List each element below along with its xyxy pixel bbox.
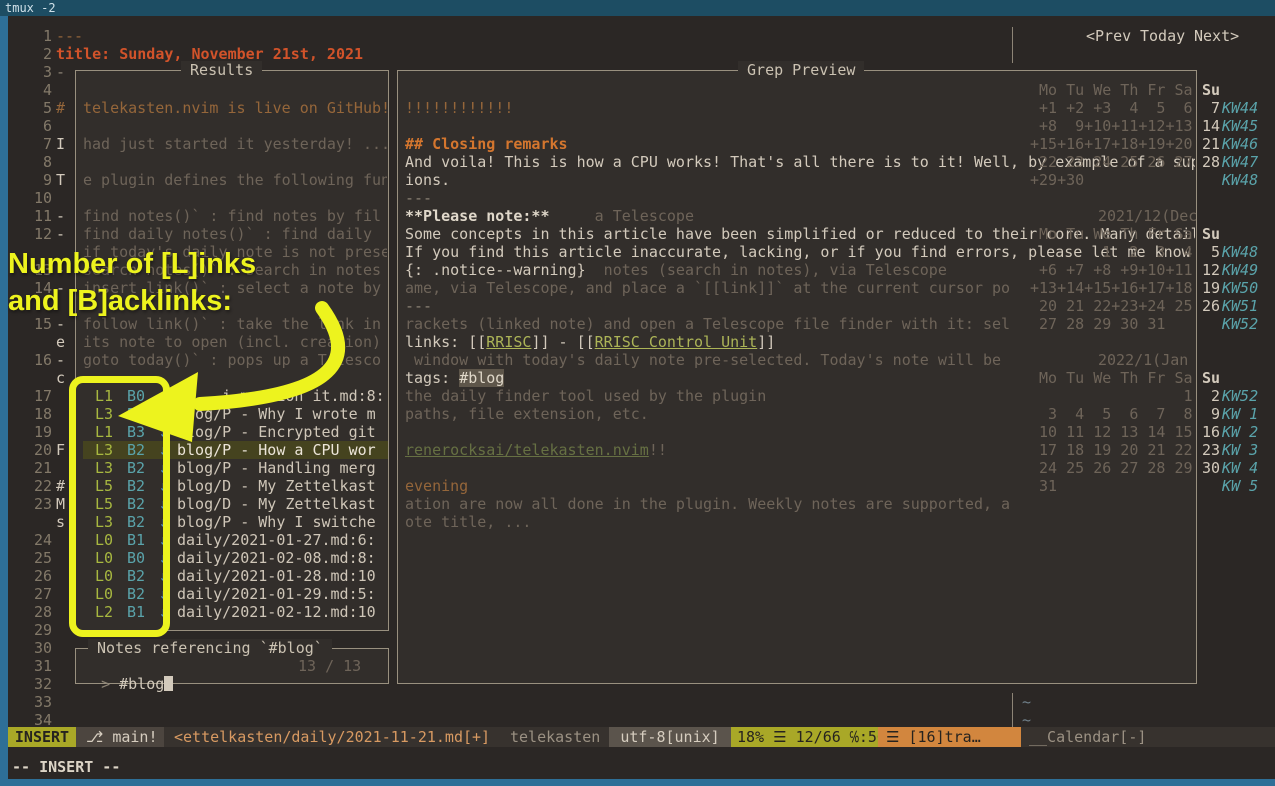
git-branch: ⎇ main! (76, 727, 164, 747)
encoding-indicator: utf-8[unix] (609, 727, 731, 747)
search-prompt[interactable]: > #blog (83, 657, 173, 675)
position-indicator: 18% ☰ 12/66 ℅:50 (731, 727, 878, 747)
text-cursor (164, 676, 173, 691)
result-counter: 13 / 13 (298, 657, 361, 675)
window-separator[interactable] (1012, 693, 1013, 729)
annotation-highlight-box (69, 376, 170, 637)
grep-preview-title: Grep Preview (738, 61, 864, 79)
prompt-symbol: > (101, 675, 119, 693)
annotation-line1: Number of [L]inks (8, 246, 256, 283)
mode-message: -- INSERT -- (12, 757, 120, 777)
prompt-window-title: Notes referencing `#blog` (88, 639, 332, 657)
search-input[interactable]: #blog (119, 675, 164, 693)
statusline: INSERT ⎇ main! <ettelkasten/daily/2021-1… (8, 727, 1275, 747)
mode-indicator: INSERT (8, 727, 76, 747)
tmux-titlebar: tmux -2 (0, 0, 1275, 16)
buffer-indicator: ☰ [16]tra… (878, 727, 1021, 747)
window-separator[interactable] (1012, 27, 1013, 63)
calendar-window-label: __Calendar[-] (1021, 727, 1275, 747)
plugin-name: telekasten (510, 727, 609, 747)
terminal-left-border (0, 16, 8, 786)
results-window-title: Results (181, 61, 262, 79)
terminal-bottom-border (0, 779, 1275, 786)
file-path: <ettelkasten/daily/2021-11-21.md[+] (166, 727, 496, 747)
grep-preview-window: Grep Preview (397, 70, 1197, 684)
